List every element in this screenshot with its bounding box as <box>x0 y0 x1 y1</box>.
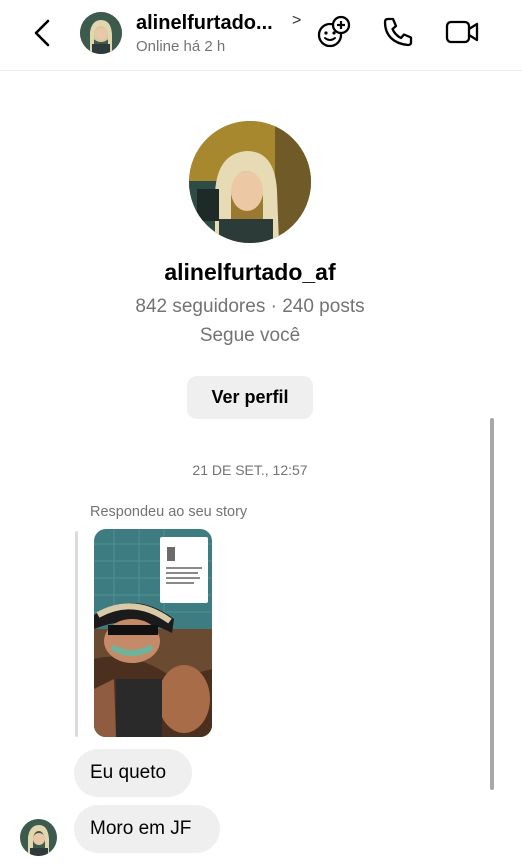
story-thumbnail[interactable] <box>94 529 212 737</box>
online-status: Online há 2 h <box>136 38 226 55</box>
video-icon[interactable] <box>444 14 480 50</box>
message-timestamp: 21 DE SET., 12:57 <box>192 462 308 478</box>
sender-avatar[interactable] <box>20 819 57 856</box>
reply-divider <box>75 531 78 737</box>
profile-username: alinelfurtado_af <box>164 259 336 285</box>
profile-avatar[interactable] <box>189 121 311 243</box>
chevron-right-icon[interactable]: > <box>292 12 301 30</box>
view-profile-button[interactable]: Ver perfil <box>187 376 313 419</box>
header-username[interactable]: alinelfurtado... <box>136 12 273 35</box>
header-avatar[interactable] <box>80 12 122 54</box>
back-icon[interactable] <box>28 16 60 50</box>
message-bubble[interactable]: Moro em JF <box>74 805 220 853</box>
profile-stats: 842 seguidores · 240 posts <box>135 296 365 317</box>
message-bubble[interactable]: Eu queto <box>74 749 192 797</box>
scrollbar[interactable] <box>490 418 494 790</box>
chat-header: alinelfurtado... > Online há 2 h <box>0 0 522 71</box>
add-people-icon[interactable] <box>316 14 352 50</box>
story-reply-label: Respondeu ao seu story <box>90 504 248 520</box>
follows-you-label: Segue você <box>199 325 301 346</box>
phone-icon[interactable] <box>380 14 416 50</box>
